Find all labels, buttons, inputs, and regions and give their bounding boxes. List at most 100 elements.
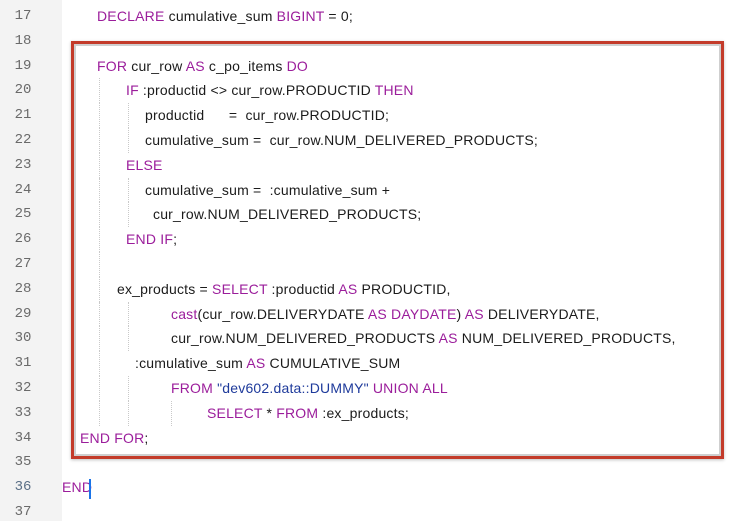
keyword-token: SELECT <box>212 280 268 297</box>
code-text: IF :productid <> cur_row.PRODUCTID THEN <box>126 78 414 103</box>
code-token: cumulative_sum <box>164 8 277 24</box>
code-line[interactable]: 27 <box>0 252 733 277</box>
code-line[interactable]: 25 cur_row.NUM_DELIVERED_PRODUCTS; <box>0 202 733 228</box>
code-token: :ex_products; <box>318 404 410 421</box>
line-number: 17 <box>14 8 32 24</box>
keyword-token: SELECT <box>207 404 263 421</box>
code-line[interactable]: 22 cumulative_sum = cur_row.NUM_DELIVERED… <box>0 128 733 153</box>
line-number: 24 <box>14 181 32 198</box>
code-line[interactable]: 29 cast(cur_row.DELIVERYDATE AS DAYDATE) … <box>0 301 733 327</box>
line-number: 19 <box>14 57 32 74</box>
code-token: :cumulative_sum <box>135 355 247 372</box>
keyword-token: UNION <box>372 380 419 396</box>
code-text: cur_row.NUM_DELIVERED_PRODUCTS AS NUM_DE… <box>171 326 676 351</box>
code-line[interactable]: 32 FROM "dev602.data::DUMMY" UNION ALL <box>0 376 733 401</box>
code-line[interactable]: 28 ex_products = SELECT :productid AS PRO… <box>0 276 733 302</box>
code-line[interactable]: 37 <box>0 500 733 525</box>
code-text: :cumulative_sum AS CUMULATIVE_SUM <box>135 351 400 376</box>
line-number: 25 <box>14 206 32 223</box>
code-token: cumulative_sum = :cumulative_sum + <box>145 181 391 198</box>
keyword-token: THEN <box>374 82 414 99</box>
line-number: 28 <box>14 280 32 297</box>
keyword-token: AS <box>367 305 387 322</box>
code-line[interactable]: 21 productid = cur_row.PRODUCTID; <box>0 103 733 128</box>
indent-guide <box>99 202 100 228</box>
code-text: cur_row.NUM_DELIVERED_PRODUCTS; <box>153 202 421 227</box>
keyword-token: END <box>80 429 111 446</box>
indent-guide <box>99 400 100 426</box>
code-text: END <box>62 475 92 500</box>
line-number: 32 <box>14 380 32 396</box>
code-token: :productid <box>267 280 339 297</box>
code-line[interactable]: 30 cur_row.NUM_DELIVERED_PRODUCTS AS NUM_… <box>0 326 733 352</box>
code-token: :productid <> cur_row.PRODUCTID <box>138 82 375 99</box>
code-line[interactable]: 31 :cumulative_sum AS CUMULATIVE_SUM <box>0 351 733 376</box>
keyword-token: BIGINT <box>276 8 325 24</box>
code-token: c_po_items <box>204 57 287 74</box>
line-number: 22 <box>14 132 32 148</box>
code-text: ELSE <box>126 153 163 178</box>
indent-guide <box>99 276 100 302</box>
line-number: 27 <box>14 256 32 272</box>
indent-guide <box>128 301 129 327</box>
code-text: SELECT * FROM :ex_products; <box>207 401 409 426</box>
code-token: ex_products = <box>117 280 213 297</box>
indent-guide <box>99 78 100 104</box>
code-text: ex_products = SELECT :productid AS PRODU… <box>117 277 451 302</box>
indent-guide <box>128 128 129 153</box>
keyword-token: IF <box>160 231 174 248</box>
text-cursor <box>89 479 91 499</box>
code-token: NUM_DELIVERED_PRODUCTS, <box>457 330 676 347</box>
indent-guide <box>128 326 129 352</box>
indent-guide <box>99 326 100 352</box>
indent-guide <box>171 400 172 426</box>
code-line[interactable]: 19 FOR cur_row AS c_po_items DO <box>0 54 733 79</box>
line-number: 21 <box>14 107 32 124</box>
code-text: FROM "dev602.data::DUMMY" UNION ALL <box>171 376 448 401</box>
indent-guide <box>128 202 129 228</box>
code-line[interactable]: 23 ELSE <box>0 152 733 178</box>
indent-guide <box>99 301 100 327</box>
code-line[interactable]: 18 <box>0 29 733 54</box>
indent-guide <box>99 128 100 153</box>
indent-guide <box>128 177 129 203</box>
keyword-token: AS <box>185 57 205 74</box>
line-number: 31 <box>14 355 32 372</box>
string-token: "dev602.data::DUMMY" <box>217 380 369 396</box>
keyword-token: FOR <box>114 429 145 446</box>
code-line[interactable]: 33 SELECT * FROM :ex_products; <box>0 400 733 426</box>
keyword-token: AS <box>438 330 458 347</box>
indent-guide <box>99 152 100 178</box>
code-token: DELIVERYDATE, <box>483 305 600 322</box>
line-number: 36 <box>14 479 32 496</box>
keyword-token: ELSE <box>126 156 163 173</box>
keyword-token: END <box>126 231 157 248</box>
line-number: 23 <box>14 156 32 173</box>
code-token: (cur_row.DELIVERYDATE <box>197 305 368 322</box>
indent-guide <box>128 400 129 426</box>
code-line[interactable]: 26 END IF; <box>0 227 733 252</box>
indent-guide <box>128 376 129 401</box>
code-line[interactable]: 34 END FOR; <box>0 426 733 451</box>
indent-guide <box>99 177 100 203</box>
code-token: CUMULATIVE_SUM <box>265 355 401 372</box>
line-number: 34 <box>14 429 32 446</box>
line-number: 30 <box>14 330 32 347</box>
line-number: 35 <box>14 454 32 471</box>
code-text: DECLARE cumulative_sum BIGINT = 0; <box>97 4 353 29</box>
code-line[interactable]: 20 IF :productid <> cur_row.PRODUCTID THE… <box>0 78 733 104</box>
code-token: ; <box>144 429 149 446</box>
code-text: cumulative_sum = cur_row.NUM_DELIVERED_P… <box>145 128 538 153</box>
code-line[interactable]: 35 <box>0 450 733 475</box>
code-text: cast(cur_row.DELIVERYDATE AS DAYDATE) AS… <box>171 302 600 327</box>
code-line[interactable]: 36 END <box>0 475 733 500</box>
keyword-token: IF <box>126 82 139 99</box>
line-number: 26 <box>14 231 32 248</box>
line-number: 18 <box>14 32 32 49</box>
indent-guide <box>128 103 129 128</box>
keyword-token: AS <box>246 355 266 372</box>
line-number: 29 <box>14 305 32 322</box>
code-token: cumulative_sum = cur_row.NUM_DELIVERED_P… <box>145 132 538 148</box>
code-line[interactable]: 24 cumulative_sum = :cumulative_sum + <box>0 177 733 203</box>
code-line[interactable]: 17 DECLARE cumulative_sum BIGINT = 0; <box>0 4 733 29</box>
